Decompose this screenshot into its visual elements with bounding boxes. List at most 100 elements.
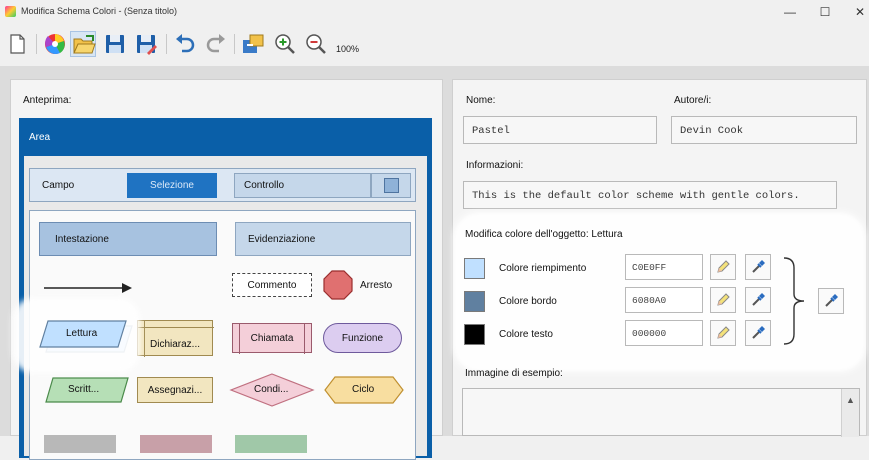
all-picker-button[interactable] — [818, 288, 844, 314]
dichiaraz-divider — [138, 327, 214, 328]
text-pencil-button[interactable] — [710, 320, 736, 346]
arresto-label: Arresto — [360, 280, 393, 291]
nome-input[interactable]: Pastel — [463, 116, 657, 144]
color-scheme-button[interactable] — [42, 31, 68, 57]
sample-image-box[interactable]: ▲ — [462, 388, 860, 437]
fill-color-swatch[interactable] — [464, 258, 485, 279]
save-icon — [106, 35, 124, 53]
toolbar-separator — [36, 34, 37, 54]
funzione-block[interactable]: Funzione — [323, 323, 402, 353]
selezione-label: Selezione — [150, 180, 194, 191]
controllo-button[interactable] — [371, 173, 411, 198]
arresto-octagon[interactable] — [323, 270, 353, 300]
close-button[interactable]: ✕ — [845, 2, 869, 22]
controllo-block[interactable]: Controllo — [234, 173, 371, 198]
fill-color-label: Colore riempimento — [499, 263, 587, 274]
dichiaraz-label: Dichiaraz... — [150, 338, 201, 350]
chiamata-block[interactable]: Chiamata — [232, 323, 312, 354]
autore-input[interactable]: Devin Cook — [671, 116, 857, 144]
commento-block[interactable]: Commento — [232, 273, 312, 297]
app-icon — [5, 6, 16, 17]
controllo-label: Controllo — [244, 180, 285, 191]
pencil-icon — [717, 293, 730, 306]
area-label: Area — [29, 132, 51, 143]
preview-heading: Anteprima: — [23, 95, 72, 106]
toolbar: 100% — [0, 24, 869, 66]
scrollbar[interactable]: ▲ — [841, 389, 859, 437]
save-button[interactable] — [102, 31, 128, 57]
export-button[interactable] — [240, 31, 266, 57]
zoom-in-icon — [275, 34, 295, 54]
ciclo-label: Ciclo — [352, 384, 375, 395]
zoom-out-button[interactable] — [303, 31, 329, 57]
partial-shape — [44, 435, 116, 453]
title-bar: Modifica Schema Colori - (Senza titolo) … — [0, 0, 869, 24]
window-title: Modifica Schema Colori - (Senza titolo) — [21, 6, 178, 16]
border-color-hex[interactable]: 6080A0 — [625, 287, 703, 313]
eyedropper-icon — [825, 294, 838, 307]
open-folder-icon — [73, 35, 96, 54]
redo-button[interactable] — [203, 31, 229, 57]
minimize-button[interactable]: — — [775, 2, 805, 22]
arrow-connector — [44, 283, 132, 293]
commento-label: Commento — [247, 279, 297, 291]
informazioni-input[interactable]: This is the default color scheme with ge… — [463, 181, 837, 209]
funzione-label: Funzione — [341, 332, 384, 344]
maximize-icon: ☐ — [819, 5, 831, 19]
text-color-hex[interactable]: 000000 — [625, 320, 703, 346]
new-file-button[interactable] — [4, 31, 30, 57]
campo-label: Campo — [42, 179, 75, 191]
assegnazi-block[interactable]: Assegnazi... — [137, 377, 213, 403]
partial-shape — [235, 435, 307, 453]
open-button[interactable] — [70, 31, 96, 57]
close-icon: ✕ — [854, 5, 866, 19]
fill-pencil-button[interactable] — [710, 254, 736, 280]
evidenziazione-label: Evidenziazione — [248, 233, 316, 245]
zoom-out-icon — [306, 34, 326, 54]
border-picker-button[interactable] — [745, 287, 771, 313]
preview-area[interactable]: Area Campo Selezione Controllo Intestazi… — [19, 118, 432, 460]
save-as-button[interactable] — [133, 31, 159, 57]
partial-shape — [140, 435, 212, 453]
undo-button[interactable] — [172, 31, 198, 57]
intestazione-label: Intestazione — [55, 233, 109, 245]
informazioni-label: Informazioni: — [466, 160, 524, 171]
pencil-icon — [717, 260, 730, 273]
border-pencil-button[interactable] — [710, 287, 736, 313]
scritt-label: Scritt... — [68, 384, 100, 395]
preview-pane: Anteprima: Area Campo Selezione Controll… — [10, 79, 443, 460]
scroll-up-icon[interactable]: ▲ — [846, 395, 855, 405]
fill-picker-button[interactable] — [745, 254, 771, 280]
save-as-icon — [137, 35, 157, 55]
fill-color-hex[interactable]: C0E0FF — [625, 254, 703, 280]
zoom-in-button[interactable] — [272, 31, 298, 57]
color-wheel-icon — [45, 34, 65, 55]
chiamata-divider — [304, 324, 305, 354]
evidenziazione-block[interactable]: Evidenziazione — [235, 222, 411, 256]
selezione-block[interactable]: Selezione — [127, 173, 217, 198]
chiamata-divider — [239, 324, 240, 354]
border-color-swatch[interactable] — [464, 291, 485, 312]
condi-label: Condi... — [254, 384, 289, 395]
chiamata-label: Chiamata — [250, 332, 294, 344]
group-brace — [783, 257, 805, 345]
lettura-highlighted-label: Lettura — [66, 328, 98, 339]
text-picker-button[interactable] — [745, 320, 771, 346]
maximize-button[interactable]: ☐ — [810, 2, 840, 22]
content-area: Anteprima: Area Campo Selezione Controll… — [0, 66, 869, 460]
dichiaraz-divider — [144, 321, 145, 357]
immagine-label: Immagine di esempio: — [465, 368, 563, 379]
text-color-swatch[interactable] — [464, 324, 485, 345]
eyedropper-icon — [752, 326, 765, 339]
dichiaraz-block[interactable]: Dichiaraz... — [137, 320, 214, 357]
export-icon — [243, 34, 264, 53]
redo-icon — [206, 34, 225, 53]
nome-label: Nome: — [466, 95, 496, 106]
eyedropper-icon — [752, 293, 765, 306]
controllo-square-icon — [383, 178, 399, 193]
eyedropper-icon — [752, 260, 765, 273]
autore-label: Autore/i: — [674, 95, 712, 106]
intestazione-block[interactable]: Intestazione — [39, 222, 217, 256]
toolbar-separator — [166, 34, 167, 54]
pencil-icon — [717, 326, 730, 339]
